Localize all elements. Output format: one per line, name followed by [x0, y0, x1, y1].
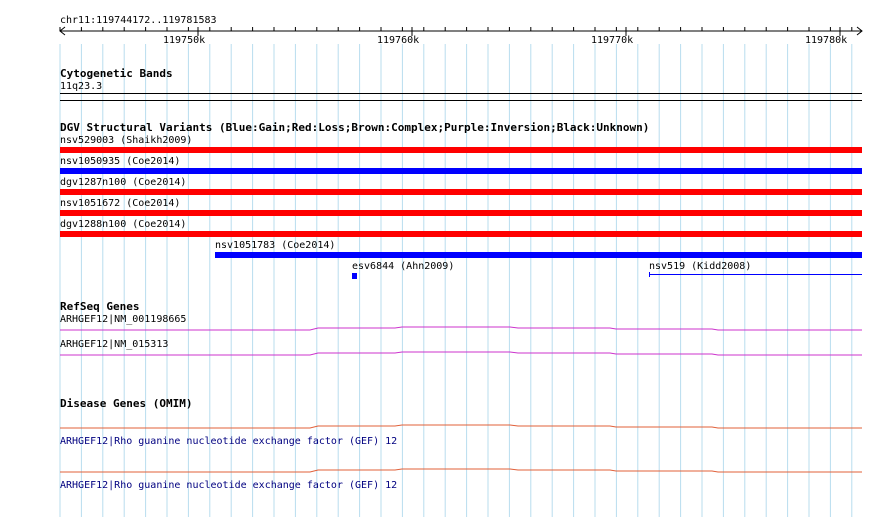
variant-label[interactable]: esv6844 (Ahn2009) — [352, 261, 454, 273]
ruler-tick-label: 119780k — [805, 35, 848, 46]
variant-loss-bar[interactable] — [60, 189, 862, 195]
omim-track-title: Disease Genes (OMIM) — [60, 397, 193, 410]
cytoband-track-title: Cytogenetic Bands — [60, 67, 173, 80]
variant-label[interactable]: nsv1051672 (Coe2014) — [60, 198, 180, 210]
cytoband-bar-bottom — [60, 100, 862, 101]
ruler-tick-label: 119770k — [591, 35, 634, 46]
ruler-tick-label: 119750k — [163, 35, 206, 46]
variant-label[interactable]: dgv1287n100 (Coe2014) — [60, 177, 186, 189]
refseq-gene-label[interactable]: ARHGEF12|NM_015313 — [60, 339, 168, 351]
variant-label[interactable]: nsv1051783 (Coe2014) — [215, 240, 335, 252]
variant-label[interactable]: nsv529003 (Shaikh2009) — [60, 135, 192, 147]
cytoband-bar-top — [60, 93, 862, 94]
variant-label[interactable]: nsv519 (Kidd2008) — [649, 261, 751, 273]
dgv-track-title: DGV Structural Variants (Blue:Gain;Red:L… — [60, 121, 650, 134]
variant-loss-bar[interactable] — [60, 231, 862, 237]
variant-start-tick — [649, 272, 650, 277]
refseq-gene-label[interactable]: ARHGEF12|NM_001198665 — [60, 314, 186, 326]
variant-loss-bar[interactable] — [60, 147, 862, 153]
variant-gain-bar[interactable] — [215, 252, 862, 258]
refseq-track-title: RefSeq Genes — [60, 300, 140, 313]
variant-gain-bar[interactable] — [352, 273, 357, 279]
cytoband-label[interactable]: 11q23.3 — [60, 81, 102, 93]
ruler-tick-label: 119760k — [377, 35, 420, 46]
omim-gene-label[interactable]: ARHGEF12|Rho guanine nucleotide exchange… — [60, 436, 397, 448]
variant-gain-bar[interactable] — [60, 168, 862, 174]
ruler[interactable] — [0, 24, 890, 44]
variant-gain-line[interactable] — [649, 274, 862, 275]
variant-loss-bar[interactable] — [60, 210, 862, 216]
genome-browser-canvas: chr11:119744172..119781583 119750k 11976… — [0, 0, 890, 517]
omim-gene-label[interactable]: ARHGEF12|Rho guanine nucleotide exchange… — [60, 480, 397, 492]
variant-label[interactable]: dgv1288n100 (Coe2014) — [60, 219, 186, 231]
variant-label[interactable]: nsv1050935 (Coe2014) — [60, 156, 180, 168]
